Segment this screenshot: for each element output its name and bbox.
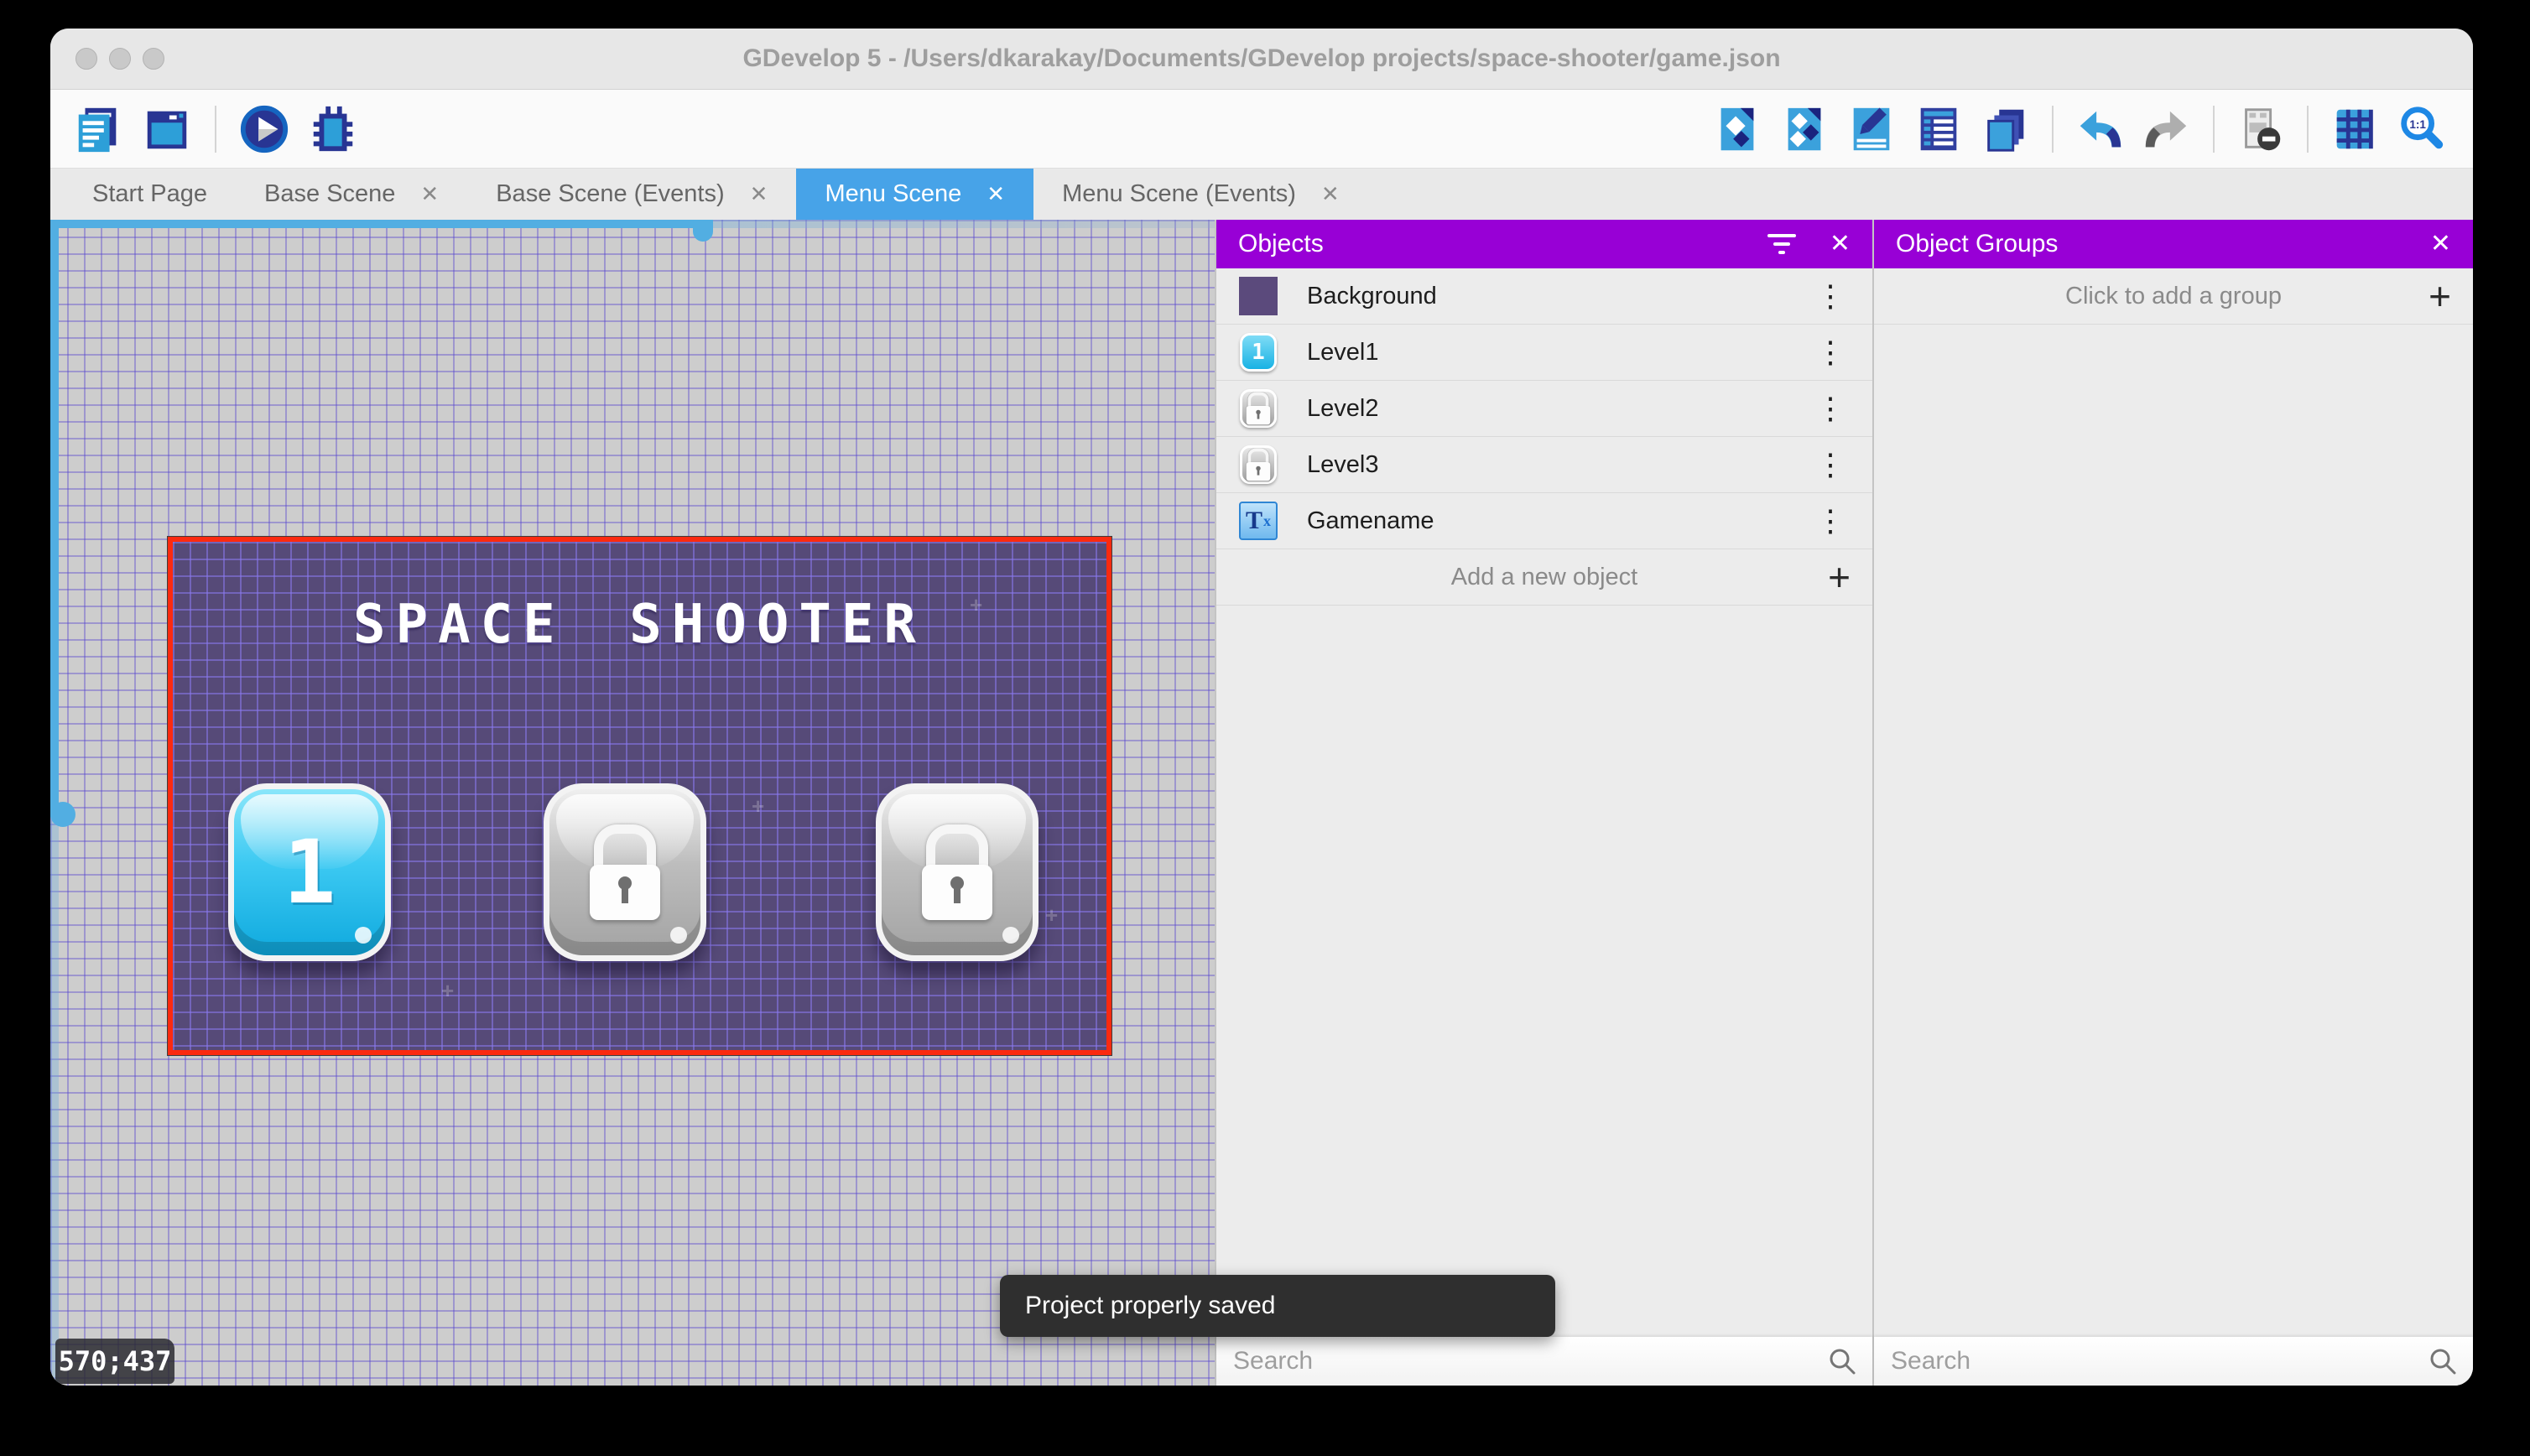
filter-icon[interactable]	[1767, 234, 1796, 254]
tab-label: Start Page	[92, 180, 208, 207]
vertical-scrollbar[interactable]	[50, 220, 75, 1386]
horizontal-scrollbar-knob[interactable]	[693, 220, 713, 242]
background-thumbnail	[1238, 276, 1278, 316]
vertical-scrollbar-knob[interactable]	[50, 802, 75, 827]
star-decoration	[752, 793, 764, 819]
tab-label: Base Scene (Events)	[496, 180, 725, 207]
level1-digit: 1	[283, 821, 336, 923]
undo-icon[interactable]	[2074, 103, 2126, 155]
tab-menu-scene-events[interactable]: Menu Scene (Events) ✕	[1033, 169, 1368, 220]
object-menu-kebab-icon[interactable]: ⋮	[1809, 450, 1852, 480]
toolbar-separator	[215, 105, 216, 153]
close-tab-icon[interactable]: ✕	[1321, 181, 1340, 207]
close-tab-icon[interactable]: ✕	[986, 181, 1005, 207]
layers-editor-icon[interactable]	[1980, 103, 2032, 155]
objects-panel-title: Objects	[1238, 230, 1324, 257]
close-panel-icon[interactable]: ✕	[1830, 231, 1851, 257]
toolbar-separator	[2307, 105, 2309, 153]
locked-button-thumbnail	[1238, 388, 1278, 429]
toolbar-separator	[2213, 105, 2215, 153]
level1-button-thumbnail: 1	[1238, 332, 1278, 372]
object-menu-kebab-icon[interactable]: ⋮	[1809, 281, 1852, 311]
groups-search-input[interactable]	[1889, 1346, 2428, 1376]
svg-text:1:1: 1:1	[2409, 118, 2426, 131]
add-group-button[interactable]: Click to add a group +	[1874, 268, 2473, 325]
plus-icon[interactable]: +	[1828, 558, 1851, 596]
window-title: GDevelop 5 - /Users/dkarakay/Documents/G…	[742, 44, 1781, 72]
star-decoration	[441, 978, 454, 1004]
level1-button-instance[interactable]: 1	[228, 783, 391, 961]
groups-search-bar	[1874, 1337, 2473, 1386]
tab-menu-scene[interactable]: Menu Scene ✕	[796, 169, 1034, 220]
objects-panel: Objects ✕ Background ⋮ 1 Level1 ⋮ Level2…	[1216, 220, 1872, 1386]
properties-pencil-icon[interactable]	[1845, 103, 1898, 155]
preview-play-icon[interactable]	[238, 103, 290, 155]
tab-base-scene-events[interactable]: Base Scene (Events) ✕	[467, 169, 796, 220]
object-groups-panel: Object Groups ✕ Click to add a group +	[1874, 220, 2473, 1386]
toolbar-right-group: 1:1	[1711, 103, 2473, 155]
text-object-thumbnail: Tx	[1238, 501, 1278, 541]
object-row-level1[interactable]: 1 Level1 ⋮	[1216, 325, 1872, 381]
plus-icon[interactable]: +	[2428, 277, 2451, 315]
tab-start-page[interactable]: Start Page	[64, 169, 236, 220]
instances-list-icon[interactable]	[1913, 103, 1965, 155]
game-title-text-instance[interactable]: SPACE SHOOTER	[173, 594, 1106, 656]
close-panel-icon[interactable]: ✕	[2430, 231, 2451, 257]
lock-icon	[590, 824, 660, 920]
scene-editor-canvas[interactable]: SPACE SHOOTER 1 570;4	[50, 220, 1215, 1386]
screenshot-stage: GDevelop 5 - /Users/dkarakay/Documents/G…	[0, 0, 2530, 1456]
project-manager-icon[interactable]	[72, 103, 124, 155]
object-row-level3[interactable]: Level3 ⋮	[1216, 437, 1872, 493]
objects-search-bar	[1216, 1337, 1872, 1386]
content-area: SPACE SHOOTER 1 570;4	[50, 220, 2473, 1386]
lock-icon	[922, 824, 992, 920]
object-row-level2[interactable]: Level2 ⋮	[1216, 381, 1872, 437]
object-row-gamename[interactable]: Tx Gamename ⋮	[1216, 493, 1872, 549]
editor-tab-bar: Start Page Base Scene ✕ Base Scene (Even…	[50, 169, 2473, 220]
tab-label: Menu Scene	[825, 180, 962, 207]
add-new-object-button[interactable]: Add a new object +	[1216, 549, 1872, 606]
object-menu-kebab-icon[interactable]: ⋮	[1809, 393, 1852, 424]
filmstrip-mask-icon[interactable]	[2235, 103, 2287, 155]
vertical-scrollbar-thumb[interactable]	[50, 220, 59, 817]
objects-search-input[interactable]	[1231, 1346, 1827, 1376]
scene-background-instance[interactable]: SPACE SHOOTER 1	[168, 537, 1111, 1055]
object-groups-panel-header: Object Groups ✕	[1874, 220, 2473, 268]
object-groups-panel-title: Object Groups	[1896, 230, 2059, 257]
grid-toggle-icon[interactable]	[2329, 103, 2381, 155]
close-tab-icon[interactable]: ✕	[420, 181, 439, 207]
star-decoration	[1045, 902, 1058, 928]
redo-icon[interactable]	[2141, 103, 2193, 155]
locked-button-thumbnail	[1238, 445, 1278, 485]
save-toast: Project properly saved	[1000, 1275, 1555, 1337]
object-menu-kebab-icon[interactable]: ⋮	[1809, 337, 1852, 367]
gdevelop-window: GDevelop 5 - /Users/dkarakay/Documents/G…	[50, 29, 2473, 1386]
toolbar-left-group	[50, 103, 359, 155]
tab-label: Menu Scene (Events)	[1062, 180, 1296, 207]
title-bar: GDevelop 5 - /Users/dkarakay/Documents/G…	[50, 29, 2473, 90]
horizontal-scrollbar[interactable]	[50, 220, 1215, 242]
close-tab-icon[interactable]: ✕	[750, 181, 768, 207]
objects-panel-empty-area	[1216, 606, 1872, 1337]
start-page-window-icon[interactable]	[141, 103, 193, 155]
level3-locked-button-instance[interactable]	[876, 783, 1039, 961]
tab-label: Base Scene	[264, 180, 396, 207]
object-row-background[interactable]: Background ⋮	[1216, 268, 1872, 325]
horizontal-scrollbar-thumb[interactable]	[50, 220, 711, 228]
object-menu-kebab-icon[interactable]: ⋮	[1809, 506, 1852, 536]
objects-editor-icon[interactable]	[1711, 103, 1763, 155]
zoom-one-to-one-icon[interactable]: 1:1	[2396, 103, 2448, 155]
objects-panel-header: Objects ✕	[1216, 220, 1872, 268]
search-icon[interactable]	[1827, 1346, 1857, 1376]
cursor-coordinates-badge: 570;437	[55, 1339, 174, 1384]
level2-locked-button-instance[interactable]	[544, 783, 706, 961]
main-toolbar: 1:1	[50, 90, 2473, 169]
object-groups-editor-icon[interactable]	[1778, 103, 1830, 155]
search-icon[interactable]	[2428, 1346, 2458, 1376]
toolbar-separator	[2052, 105, 2054, 153]
groups-panel-empty-area	[1874, 325, 2473, 1337]
debugger-bug-icon[interactable]	[307, 103, 359, 155]
tab-base-scene[interactable]: Base Scene ✕	[236, 169, 467, 220]
